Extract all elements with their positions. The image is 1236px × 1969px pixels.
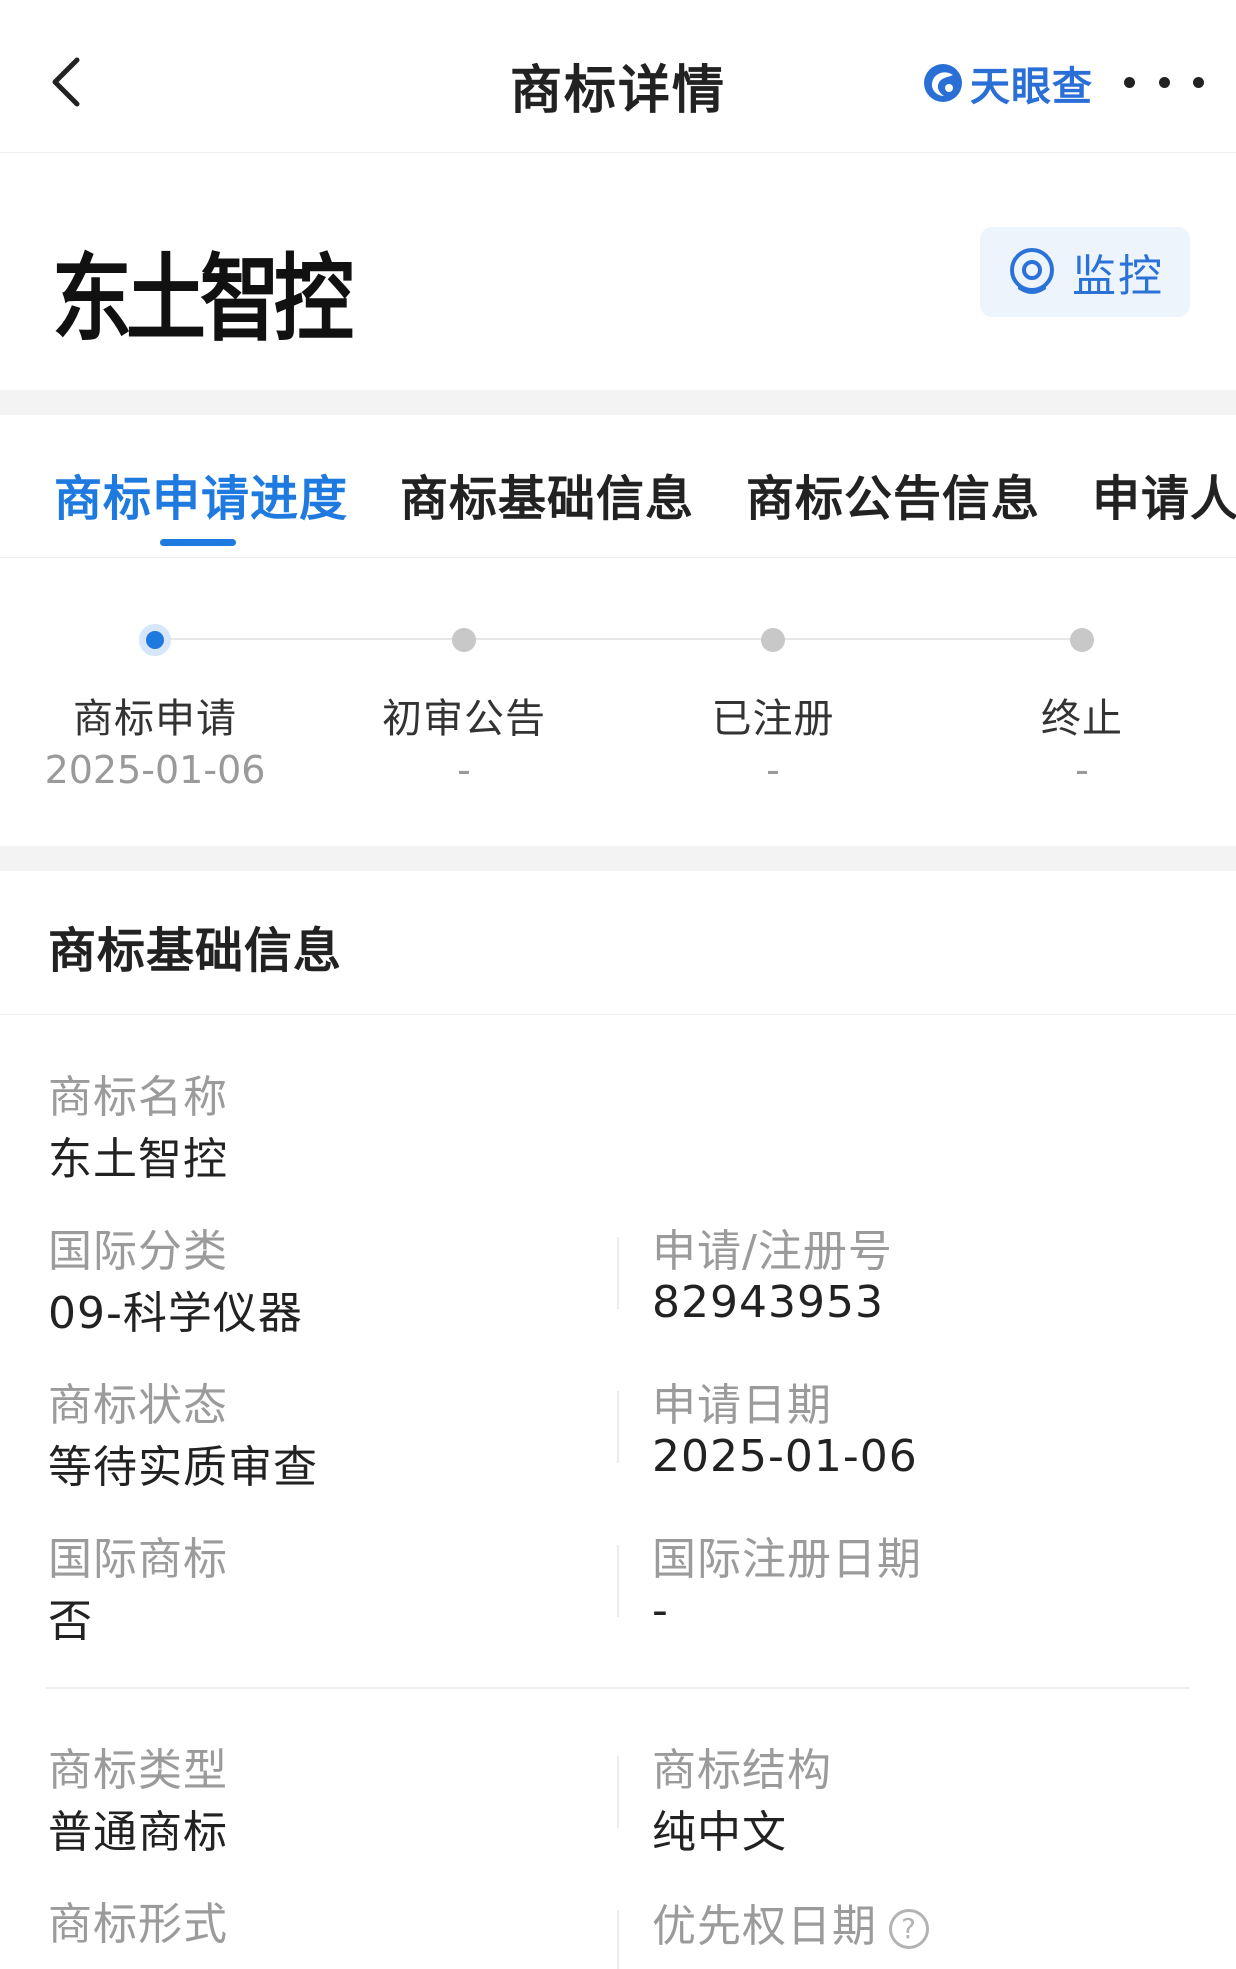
step-date: - [766,748,780,792]
intl-class-label: 国际分类 [48,1226,228,1277]
tm-form-label: 商标形式 [48,1899,228,1950]
trademark-name-value: 东土智控 [48,1134,228,1185]
apply-date-value: 2025-01-06 [652,1431,918,1482]
apply-date-label: 申请日期 [652,1380,832,1431]
progress-dot [452,628,476,652]
step-date: 2025-01-06 [44,748,266,792]
column-divider [617,1391,619,1463]
trademark-header: 东土智控 监控 [0,153,1236,390]
column-divider [617,1545,619,1617]
monitor-button[interactable]: 监控 [980,227,1190,317]
section-divider [0,390,1236,415]
brand-logo[interactable]: 天眼查 [922,56,1093,110]
group-separator [46,1687,1190,1689]
more-options-button[interactable] [1124,60,1204,104]
tab-announcement-info[interactable]: 商标公告信息 [746,459,1040,529]
tm-type-value: 普通商标 [48,1807,228,1858]
column-divider [617,1910,619,1969]
progress-dot-active [139,624,171,656]
column-divider [617,1756,619,1828]
step-label: 终止 [1041,696,1123,742]
top-nav-bar: 商标详情 天眼查 [0,0,1236,153]
priority-date-label: 优先权日期 [652,1901,877,1952]
application-progress: 商标申请 2025-01-06 初审公告 - 已注册 - 终止 - [0,558,1236,846]
basic-info-section: 商标基础信息 商标名称 东土智控 国际分类 09-科学仪器 申请/注册号 829… [0,871,1236,1969]
tab-applicant[interactable]: 申请人 [1092,459,1236,529]
tab-bar: 商标申请进度 商标基础信息 商标公告信息 申请人 [0,415,1236,558]
section-divider [0,846,1236,871]
progress-dot [1070,628,1094,652]
target-icon [1010,248,1054,294]
reg-number-value[interactable]: 82943953 [652,1277,884,1328]
status-label: 商标状态 [48,1380,228,1431]
progress-track [155,638,1082,640]
trademark-image: 东土智控 [52,243,354,354]
tianyancha-logo-icon [924,64,962,102]
priority-date-field: 优先权日期? [652,1890,929,1954]
more-horizontal-icon [1193,76,1204,88]
column-divider [617,1237,619,1309]
intl-trademark-value: 否 [48,1596,93,1647]
intl-reg-date-label: 国际注册日期 [652,1534,922,1585]
intl-reg-date-value: - [652,1585,669,1636]
more-horizontal-icon [1158,76,1170,88]
intl-trademark-label: 国际商标 [48,1534,228,1585]
trademark-detail-page: 商标详情 天眼查 东土智控 监控 商标申请进度 商标基础信息 商标公告信息 申请… [0,0,1236,1969]
monitor-label: 监控 [1072,251,1164,302]
tm-structure-value: 纯中文 [652,1807,787,1858]
step-date: - [1075,748,1089,792]
step-label: 已注册 [711,696,835,742]
tab-application-progress[interactable]: 商标申请进度 [54,459,348,529]
step-label: 初审公告 [382,696,546,742]
section-title: 商标基础信息 [48,923,343,979]
help-icon[interactable]: ? [889,1909,929,1949]
more-horizontal-icon [1124,76,1135,88]
section-separator [0,1014,1236,1015]
tm-type-label: 商标类型 [48,1745,228,1796]
brand-name: 天眼查 [970,64,1093,110]
reg-number-label: 申请/注册号 [652,1226,893,1277]
active-tab-indicator [160,539,236,546]
progress-dot [761,628,785,652]
status-value: 等待实质审查 [48,1442,318,1493]
tm-structure-label: 商标结构 [652,1745,832,1796]
step-date: - [457,748,471,792]
tab-basic-info[interactable]: 商标基础信息 [400,459,694,529]
step-label: 商标申请 [73,696,237,742]
intl-class-value: 09-科学仪器 [48,1288,303,1339]
trademark-name-label: 商标名称 [48,1072,228,1123]
